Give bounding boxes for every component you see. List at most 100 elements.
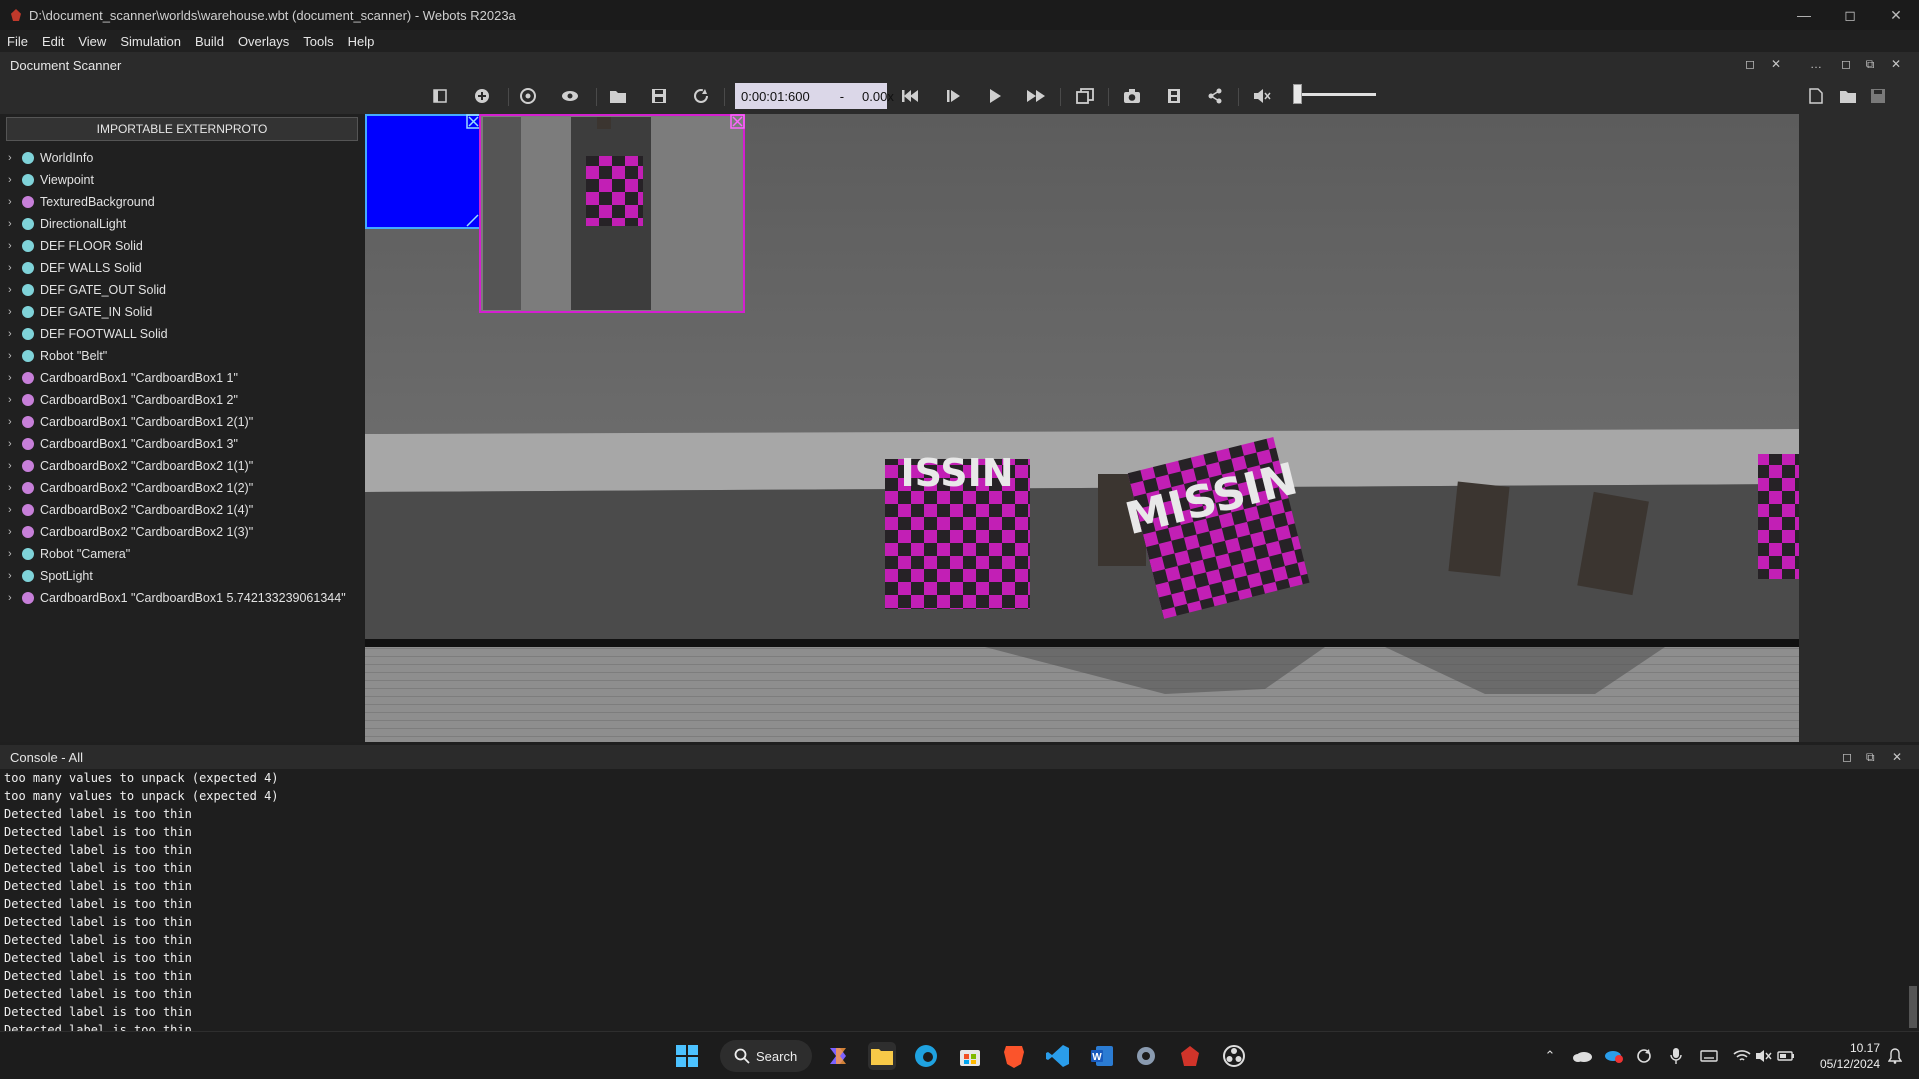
expand-chevron-icon[interactable]: › [8, 284, 18, 296]
word-icon[interactable]: W [1088, 1042, 1116, 1070]
eye-view-icon[interactable] [558, 85, 582, 107]
brave-browser-icon[interactable] [1000, 1042, 1028, 1070]
taskbar-search[interactable]: Search [720, 1040, 812, 1072]
expand-chevron-icon[interactable]: › [8, 218, 18, 230]
save-file-icon[interactable] [1866, 85, 1890, 107]
close-button[interactable]: ✕ [1873, 0, 1919, 30]
microsoft-store-icon[interactable] [956, 1042, 984, 1070]
expand-chevron-icon[interactable]: › [8, 328, 18, 340]
console-maximize-icon[interactable]: ◻ [1842, 750, 1852, 764]
menu-overlays[interactable]: Overlays [231, 34, 296, 49]
edge-browser-icon[interactable] [912, 1042, 940, 1070]
expand-chevron-icon[interactable]: › [8, 240, 18, 252]
new-file-icon[interactable] [1804, 85, 1828, 107]
wifi-icon[interactable] [1731, 1042, 1753, 1070]
screenshot-icon[interactable] [1120, 85, 1144, 107]
scene-tree-item[interactable]: › DirectionalLight [0, 213, 364, 235]
open-file-icon[interactable] [1836, 85, 1860, 107]
expand-chevron-icon[interactable]: › [8, 504, 18, 516]
scene-tree-item[interactable]: › CardboardBox2 "CardboardBox2 1(3)" [0, 521, 364, 543]
editor-more-icon[interactable]: … [1808, 56, 1824, 72]
volume-muted-icon[interactable] [1753, 1042, 1775, 1070]
reload-world-icon[interactable] [689, 85, 713, 107]
save-world-icon[interactable] [647, 85, 671, 107]
microphone-icon[interactable] [1666, 1042, 1686, 1070]
editor-float-icon[interactable]: ⧉ [1862, 56, 1878, 72]
start-menu-icon[interactable] [673, 1042, 701, 1070]
volume-slider-thumb[interactable] [1293, 84, 1302, 104]
console-output[interactable]: too many values to unpack (expected 4) to… [0, 769, 1919, 1031]
step-icon[interactable] [941, 85, 965, 107]
expand-chevron-icon[interactable]: › [8, 416, 18, 428]
scene-tree-item[interactable]: › DEF WALLS Solid [0, 257, 364, 279]
maximize-button[interactable]: ◻ [1827, 0, 1873, 30]
onedrive-icon[interactable] [1571, 1042, 1593, 1070]
cardboard-box-3[interactable] [1758, 454, 1799, 579]
scene-tree-item[interactable]: › DEF FOOTWALL Solid [0, 323, 364, 345]
scene-tree-item[interactable]: › CardboardBox2 "CardboardBox2 1(4)" [0, 499, 364, 521]
add-node-icon[interactable] [470, 85, 494, 107]
expand-chevron-icon[interactable]: › [8, 482, 18, 494]
sync-icon[interactable] [1633, 1042, 1655, 1070]
expand-chevron-icon[interactable]: › [8, 306, 18, 318]
mute-sound-icon[interactable] [1250, 85, 1274, 107]
open-world-icon[interactable] [606, 85, 630, 107]
settings-icon[interactable] [1132, 1042, 1160, 1070]
camera-overlay-topview[interactable] [479, 114, 745, 313]
onedrive-error-icon[interactable] [1602, 1042, 1624, 1070]
rendering-toggle-icon[interactable] [1073, 85, 1097, 107]
panel-float-icon[interactable]: ◻ [1742, 56, 1758, 72]
menu-edit[interactable]: Edit [35, 34, 71, 49]
editor-maximize-icon[interactable]: ◻ [1838, 56, 1854, 72]
scene-tree-item[interactable]: › TexturedBackground [0, 191, 364, 213]
scene-tree-item[interactable]: › WorldInfo [0, 147, 364, 169]
cardboard-box-1[interactable]: ISSIN [885, 451, 1030, 609]
menu-help[interactable]: Help [341, 34, 382, 49]
expand-chevron-icon[interactable]: › [8, 438, 18, 450]
scene-tree-item[interactable]: › Robot "Camera" [0, 543, 364, 565]
console-scrollbar[interactable] [1909, 986, 1917, 1028]
small-box-2[interactable] [1448, 481, 1510, 577]
expand-chevron-icon[interactable]: › [8, 262, 18, 274]
menu-build[interactable]: Build [188, 34, 231, 49]
notification-bell-icon[interactable] [1884, 1042, 1906, 1070]
scene-tree-item[interactable]: › Viewpoint [0, 169, 364, 191]
menu-view[interactable]: View [71, 34, 113, 49]
keyboard-icon[interactable] [1698, 1042, 1720, 1070]
show-hidden-icons-icon[interactable]: ⌃ [1541, 1042, 1559, 1070]
menu-tools[interactable]: Tools [296, 34, 340, 49]
3d-viewport[interactable]: ISSIN MISSIN [365, 114, 1799, 742]
camera-overlay-blue[interactable] [365, 114, 481, 229]
scene-tree-item[interactable]: › DEF GATE_IN Solid [0, 301, 364, 323]
importable-externproto-button[interactable]: IMPORTABLE EXTERNPROTO [6, 117, 358, 141]
expand-chevron-icon[interactable]: › [8, 152, 18, 164]
scene-tree-item[interactable]: › CardboardBox1 "CardboardBox1 2" [0, 389, 364, 411]
obs-studio-icon[interactable] [1220, 1042, 1248, 1070]
follow-object-icon[interactable] [516, 85, 540, 107]
expand-chevron-icon[interactable]: › [8, 460, 18, 472]
scene-tree-item[interactable]: › DEF FLOOR Solid [0, 235, 364, 257]
webots-taskbar-icon[interactable] [1176, 1042, 1204, 1070]
expand-chevron-icon[interactable]: › [8, 548, 18, 560]
reset-simulation-icon[interactable] [898, 85, 922, 107]
scene-tree-item[interactable]: › CardboardBox1 "CardboardBox1 2(1)" [0, 411, 364, 433]
editor-close-icon[interactable]: ✕ [1888, 56, 1904, 72]
volume-slider-track[interactable] [1296, 93, 1376, 96]
expand-chevron-icon[interactable]: › [8, 196, 18, 208]
expand-chevron-icon[interactable]: › [8, 350, 18, 362]
expand-chevron-icon[interactable]: › [8, 570, 18, 582]
share-icon[interactable] [1203, 85, 1227, 107]
toggle-scene-tree-icon[interactable] [428, 85, 452, 107]
scene-tree-item[interactable]: › CardboardBox1 "CardboardBox1 1" [0, 367, 364, 389]
minimize-button[interactable]: — [1781, 0, 1827, 30]
scene-tree-item[interactable]: › CardboardBox2 "CardboardBox2 1(1)" [0, 455, 364, 477]
expand-chevron-icon[interactable]: › [8, 592, 18, 604]
expand-chevron-icon[interactable]: › [8, 394, 18, 406]
taskbar-clock[interactable]: 10.17 05/12/2024 [1790, 1040, 1880, 1072]
panel-close-icon[interactable]: ✕ [1768, 56, 1784, 72]
scene-tree-item[interactable]: › CardboardBox1 "CardboardBox1 5.74213323… [0, 587, 364, 609]
menu-simulation[interactable]: Simulation [113, 34, 188, 49]
scene-tree-item[interactable]: › DEF GATE_OUT Solid [0, 279, 364, 301]
expand-chevron-icon[interactable]: › [8, 372, 18, 384]
scene-tree-item[interactable]: › SpotLight [0, 565, 364, 587]
